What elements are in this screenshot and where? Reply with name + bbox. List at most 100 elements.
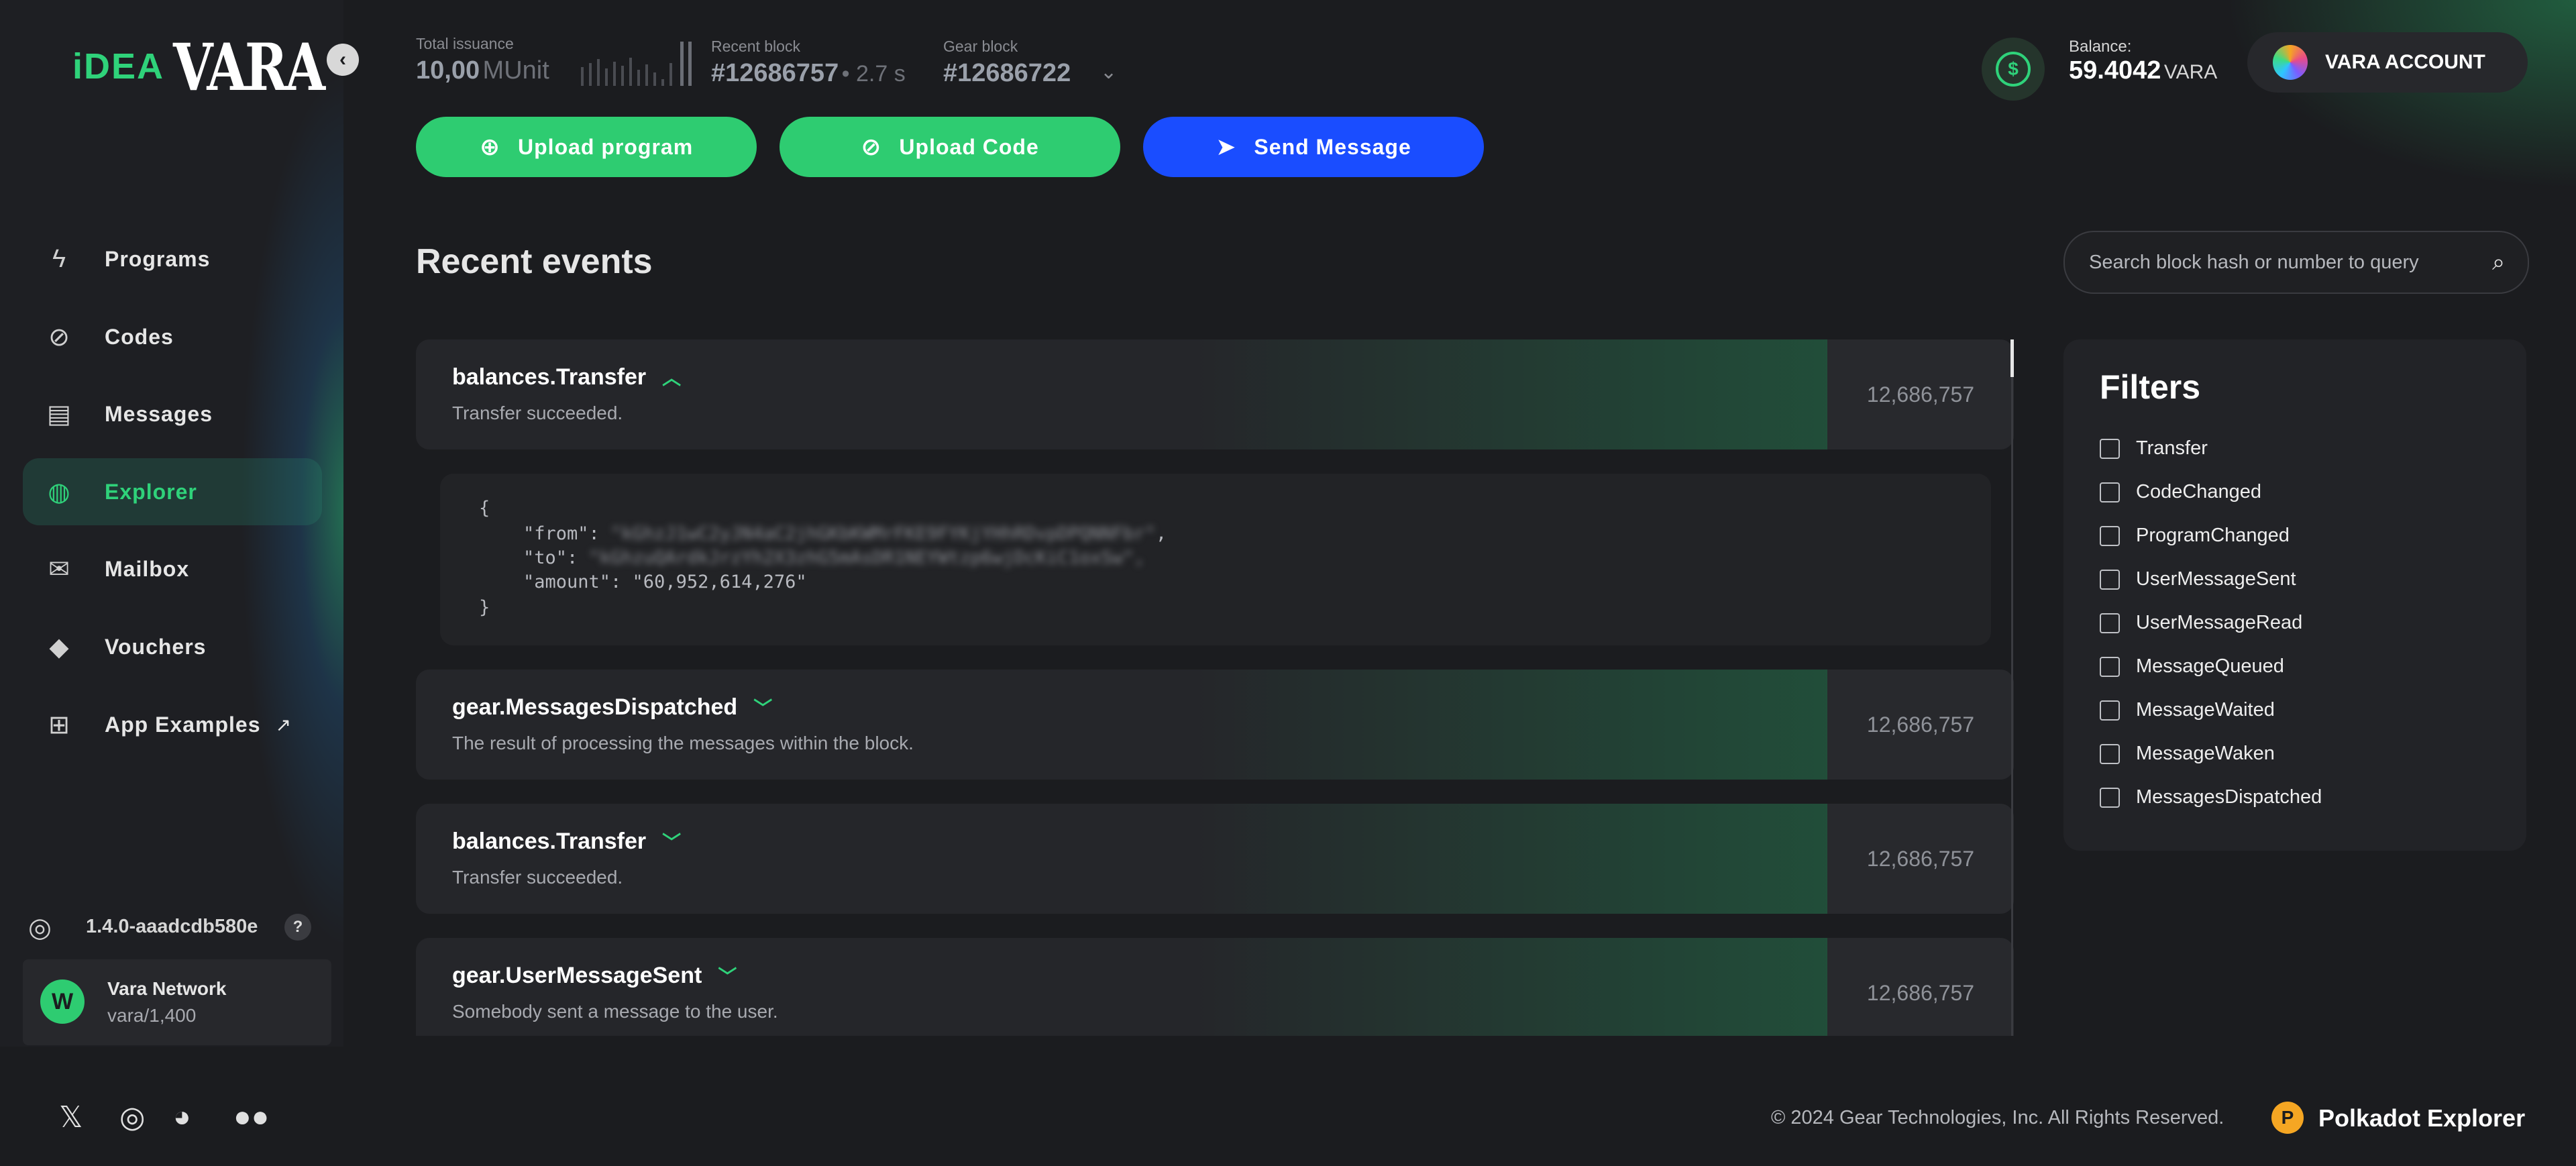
json-amount-line: "amount": "60,952,614,276" (523, 572, 807, 592)
filter-user-message-sent[interactable]: UserMessageSent (2100, 568, 2296, 590)
gear-block-label: Gear block (943, 38, 1018, 55)
sidebar-item-app-examples[interactable]: ⊞ App Examples ↗ (23, 691, 322, 758)
sidebar-item-explorer[interactable]: ◍ Explorer (23, 458, 322, 525)
balance: 59.4042 VARA (2069, 56, 2217, 85)
chevron-down-icon[interactable]: ﹀ (753, 698, 772, 719)
event-title: balances.Transfer (452, 364, 647, 390)
checkbox[interactable] (2100, 482, 2120, 502)
event-card[interactable]: balances.Transfer ︿ Transfer succeeded. 1… (416, 339, 2014, 449)
sidebar-item-mailbox[interactable]: ✉ Mailbox (23, 535, 322, 602)
filter-user-message-read[interactable]: UserMessageRead (2100, 612, 2302, 634)
upload-code-button[interactable]: ⊘ Upload Code (780, 117, 1120, 177)
event-block-number[interactable]: 12,686,757 (1827, 804, 2014, 914)
network-name: Vara Network (107, 978, 227, 999)
checkbox[interactable] (2100, 438, 2120, 459)
event-card[interactable]: balances.Transfer ﹀ Transfer succeeded. 1… (416, 804, 2014, 914)
github-icon[interactable]: ◎ (119, 1100, 145, 1134)
scrollbar-track[interactable] (2011, 339, 2013, 1036)
chevron-up-icon[interactable]: ︿ (662, 368, 681, 388)
filter-transfer[interactable]: Transfer (2100, 437, 2208, 460)
json-to-line: "to": "kGhzuQArdkJrzYh2X3zhG5mAsDR1NEYWt… (523, 547, 1145, 568)
total-issuance-value: 10,00 (416, 56, 480, 85)
copyright: © 2024 Gear Technologies, Inc. All Right… (1771, 1107, 2224, 1128)
sidebar-item-label: Codes (105, 324, 174, 349)
balance-value: 59.4042 (2069, 56, 2161, 85)
event-description: The result of processing the messages wi… (452, 733, 914, 753)
medium-icon[interactable]: ●● (233, 1100, 269, 1134)
idea-logo[interactable]: iDEA (72, 46, 164, 87)
event-title-row: balances.Transfer ﹀ (452, 828, 681, 855)
help-button[interactable]: ? (284, 914, 311, 941)
github-icon[interactable]: ◎ (28, 912, 52, 943)
search-placeholder: Search block hash or number to query (2089, 251, 2419, 273)
redacted-address: "kGhzJ1wC2yJN4aC2jhGKbKWMrFKE9FYKjYHhRDv… (610, 523, 1156, 544)
collapse-sidebar-button[interactable]: ‹ (327, 44, 359, 76)
sidebar-item-programs[interactable]: ϟ Programs (23, 225, 322, 293)
chevron-down-icon[interactable]: ﹀ (662, 832, 681, 853)
recent-block: #12686757 • 2.7 s (711, 59, 906, 88)
filter-message-waken[interactable]: MessageWaken (2100, 743, 2275, 765)
json-close: } (479, 597, 490, 618)
checkbox[interactable] (2100, 569, 2120, 590)
polkadot-icon[interactable]: P (2271, 1102, 2304, 1134)
file-plus-icon: ⊕ (479, 133, 501, 160)
filter-message-queued[interactable]: MessageQueued (2100, 655, 2284, 678)
event-description: Transfer succeeded. (452, 403, 623, 423)
filter-code-changed[interactable]: CodeChanged (2100, 481, 2261, 503)
event-block-number[interactable]: 12,686,757 (1827, 670, 2014, 780)
total-issuance-unit: MUnit (482, 56, 549, 85)
filter-program-changed[interactable]: ProgramChanged (2100, 525, 2290, 547)
checkbox[interactable] (2100, 743, 2120, 764)
discord-icon[interactable]: ◕ (173, 1100, 191, 1134)
sidebar-item-messages[interactable]: ▤ Messages (23, 380, 322, 447)
sidebar-item-label: Vouchers (105, 634, 207, 659)
sidebar-item-vouchers[interactable]: ◆ Vouchers (23, 613, 322, 680)
network-selector[interactable]: W Vara Network vara/1,400 (23, 959, 331, 1045)
chevron-down-icon[interactable]: ﹀ (718, 966, 737, 987)
event-block-number[interactable]: 12,686,757 (1827, 938, 2014, 1036)
polkadot-explorer-link[interactable]: Polkadot Explorer (2318, 1104, 2525, 1132)
checkbox[interactable] (2100, 656, 2120, 677)
account-button[interactable]: VARA ACCOUNT (2247, 32, 2528, 93)
json-to-key: "to": (523, 547, 589, 568)
vara-logo[interactable]: VARA (173, 30, 325, 105)
filter-label: MessageWaken (2136, 743, 2275, 764)
filters-title: Filters (2100, 368, 2201, 406)
bolt-icon: ϟ (52, 244, 66, 273)
checkbox[interactable] (2100, 787, 2120, 808)
event-block-number[interactable]: 12,686,757 (1827, 339, 2014, 449)
event-title-row: balances.Transfer ︿ (452, 364, 681, 390)
event-card[interactable]: gear.MessagesDispatched ﹀ The result of p… (416, 670, 2014, 780)
recent-block-value: #12686757 (711, 59, 839, 87)
filter-message-waited[interactable]: MessageWaited (2100, 699, 2275, 721)
filter-label: Transfer (2136, 437, 2208, 459)
upload-program-button[interactable]: ⊕ Upload program (416, 117, 757, 177)
scrollbar-thumb[interactable] (2010, 339, 2014, 377)
send-message-button[interactable]: ➤ Send Message (1143, 117, 1484, 177)
filter-label: UserMessageSent (2136, 568, 2296, 590)
sidebar-item-label: Messages (105, 401, 213, 426)
version-label[interactable]: 1.4.0-aaadcdb580e (86, 916, 258, 938)
recent-block-label: Recent block (711, 38, 800, 55)
sidebar-item-codes[interactable]: ⊘ Codes (23, 303, 322, 370)
filter-messages-dispatched[interactable]: MessagesDispatched (2100, 786, 2322, 808)
filter-label: CodeChanged (2136, 481, 2262, 502)
filter-label: MessageQueued (2136, 655, 2284, 677)
event-gradient (416, 339, 1827, 449)
checkbox[interactable] (2100, 525, 2120, 546)
sidebar-item-label: Programs (105, 246, 211, 271)
event-description: Transfer succeeded. (452, 867, 623, 888)
event-card[interactable]: gear.UserMessageSent ﹀ Somebody sent a me… (416, 938, 2014, 1036)
search-icon[interactable]: ⌕ (2492, 250, 2505, 276)
checkbox[interactable] (2100, 613, 2120, 633)
search-input[interactable]: Search block hash or number to query ⌕ (2063, 231, 2529, 294)
balance-unit: VARA (2163, 61, 2218, 83)
checkbox[interactable] (2100, 700, 2120, 721)
x-twitter-icon[interactable]: 𝕏 (59, 1100, 83, 1134)
send-icon: ➤ (1216, 133, 1237, 160)
event-title: balances.Transfer (452, 829, 647, 854)
json-from-key: "from": (523, 523, 611, 544)
sidebar-item-label: App Examples (105, 712, 261, 737)
globe-icon: ◍ (48, 478, 70, 507)
chevron-down-icon[interactable]: ⌄ (1100, 60, 1117, 84)
